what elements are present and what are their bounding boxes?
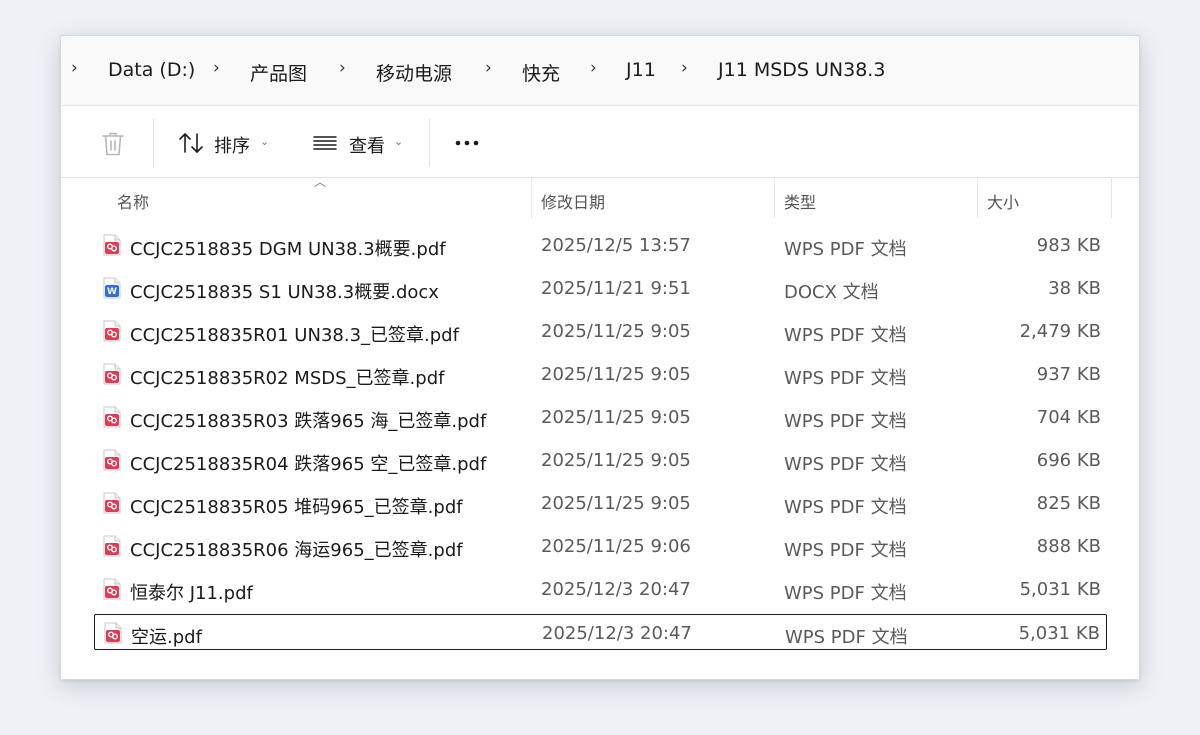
file-modified-date: 2025/11/21 9:51 [541, 278, 691, 299]
file-modified-date: 2025/11/25 9:05 [541, 493, 691, 514]
breadcrumb-chevron-icon[interactable]: › [213, 58, 220, 78]
file-modified-date: 2025/11/25 9:05 [541, 450, 691, 471]
pdf-icon [104, 622, 122, 644]
file-name: CCJC2518835R03 跌落965 海_已签章.pdf [130, 411, 487, 432]
breadcrumb-item-j11[interactable]: J11 [626, 59, 656, 81]
view-list-icon [313, 136, 337, 150]
file-type: WPS PDF 文档 [784, 583, 907, 604]
file-modified-date: 2025/11/25 9:05 [541, 321, 691, 342]
file-name: CCJC2518835R05 堆码965_已签章.pdf [130, 497, 463, 518]
toolbar-divider [429, 119, 430, 167]
file-size: 2,479 KB [1019, 321, 1101, 342]
pdf-icon [103, 363, 121, 385]
file-row[interactable]: CCJC2518835 DGM UN38.3概要.pdf 2025/12/5 13… [94, 227, 1107, 263]
file-size: 5,031 KB [1019, 579, 1101, 600]
breadcrumb-chevron-icon[interactable]: › [485, 58, 492, 78]
file-type: WPS PDF 文档 [784, 454, 907, 475]
breadcrumb-item-power-bank[interactable]: 移动电源 [376, 59, 452, 86]
file-size: 704 KB [1036, 407, 1101, 428]
file-row[interactable]: CCJC2518835R06 海运965_已签章.pdf 2025/11/25 9… [94, 528, 1107, 564]
pdf-icon [103, 535, 121, 557]
file-modified-date: 2025/11/25 9:05 [541, 407, 691, 428]
file-size: 888 KB [1036, 536, 1101, 557]
column-divider[interactable] [1111, 178, 1112, 218]
file-row[interactable]: CCJC2518835R05 堆码965_已签章.pdf 2025/11/25 9… [94, 485, 1107, 521]
more-options-icon[interactable] [454, 139, 480, 147]
file-name: CCJC2518835 DGM UN38.3概要.pdf [130, 239, 446, 260]
file-modified-date: 2025/12/3 20:47 [541, 579, 691, 600]
file-size: 38 KB [1048, 278, 1101, 299]
file-type: WPS PDF 文档 [785, 627, 908, 648]
file-type: WPS PDF 文档 [784, 239, 907, 260]
file-row[interactable]: CCJC2518835R02 MSDS_已签章.pdf 2025/11/25 9:… [94, 356, 1107, 392]
file-name: CCJC2518835 S1 UN38.3概要.docx [130, 282, 439, 303]
breadcrumb-expand-chevron-icon[interactable]: › [71, 58, 78, 78]
svg-text:W: W [107, 287, 117, 297]
chevron-down-icon: ⌄ [260, 135, 270, 148]
file-name: CCJC2518835R04 跌落965 空_已签章.pdf [130, 454, 487, 475]
file-name: CCJC2518835R06 海运965_已签章.pdf [130, 540, 463, 561]
breadcrumb: › Data (D:) › 产品图 › 移动电源 › 快充 › J11 › J1… [61, 36, 1139, 106]
breadcrumb-chevron-icon[interactable]: › [681, 58, 688, 78]
breadcrumb-item-fast-charge[interactable]: 快充 [522, 59, 560, 86]
command-bar: 排序 ⌄ 查看 ⌄ [61, 106, 1139, 178]
pdf-icon [103, 234, 121, 256]
delete-icon[interactable] [101, 131, 125, 157]
file-type: WPS PDF 文档 [784, 325, 907, 346]
file-name: CCJC2518835R01 UN38.3_已签章.pdf [130, 325, 459, 346]
file-modified-date: 2025/12/5 13:57 [541, 235, 691, 256]
column-header-date[interactable]: 修改日期 [532, 176, 774, 218]
sort-label: 排序 [214, 136, 250, 157]
view-label: 查看 [349, 136, 385, 157]
file-type: WPS PDF 文档 [784, 497, 907, 518]
file-size: 825 KB [1036, 493, 1101, 514]
file-type: WPS PDF 文档 [784, 368, 907, 389]
toolbar-divider [153, 119, 154, 167]
breadcrumb-chevron-icon[interactable]: › [590, 58, 597, 78]
pdf-icon [103, 578, 121, 600]
breadcrumb-item-current-folder[interactable]: J11 MSDS UN38.3 [718, 59, 885, 81]
pdf-icon [103, 492, 121, 514]
file-row[interactable]: CCJC2518835R04 跌落965 空_已签章.pdf 2025/11/25… [94, 442, 1107, 478]
file-size: 696 KB [1036, 450, 1101, 471]
file-row[interactable]: CCJC2518835R01 UN38.3_已签章.pdf 2025/11/25 … [94, 313, 1107, 349]
file-type: WPS PDF 文档 [784, 540, 907, 561]
file-size: 937 KB [1036, 364, 1101, 385]
pdf-icon [103, 320, 121, 342]
file-explorer-window: › Data (D:) › 产品图 › 移动电源 › 快充 › J11 › J1… [60, 35, 1140, 680]
file-name: 恒泰尔 J11.pdf [130, 583, 253, 604]
file-size: 983 KB [1036, 235, 1101, 256]
sort-icon [179, 133, 203, 153]
breadcrumb-item-product-images[interactable]: 产品图 [250, 59, 307, 86]
chevron-down-icon: ⌄ [394, 135, 404, 148]
pdf-icon [103, 406, 121, 428]
column-header-name[interactable]: 名称 [108, 176, 531, 218]
column-header-size[interactable]: 大小 [978, 176, 1111, 218]
breadcrumb-chevron-icon[interactable]: › [339, 58, 346, 78]
column-header-type[interactable]: 类型 [775, 176, 977, 218]
file-name: CCJC2518835R02 MSDS_已签章.pdf [130, 368, 445, 389]
file-modified-date: 2025/12/3 20:47 [542, 623, 692, 644]
file-size: 5,031 KB [1018, 623, 1100, 644]
file-modified-date: 2025/11/25 9:05 [541, 364, 691, 385]
file-type: DOCX 文档 [784, 282, 879, 303]
word-icon: W [103, 277, 121, 299]
file-modified-date: 2025/11/25 9:06 [541, 536, 691, 557]
file-row[interactable]: CCJC2518835R03 跌落965 海_已签章.pdf 2025/11/25… [94, 399, 1107, 435]
file-row[interactable]: 恒泰尔 J11.pdf 2025/12/3 20:47 WPS PDF 文档 5,03… [94, 571, 1107, 607]
file-type: WPS PDF 文档 [784, 411, 907, 432]
file-name: 空运.pdf [131, 627, 202, 648]
file-row[interactable]: W CCJC2518835 S1 UN38.3概要.docx 2025/11/21 … [94, 270, 1107, 306]
file-row[interactable]: 空运.pdf 2025/12/3 20:47 WPS PDF 文档 5,031 KB [94, 614, 1107, 650]
breadcrumb-item-drive[interactable]: Data (D:) [108, 59, 195, 81]
pdf-icon [103, 449, 121, 471]
